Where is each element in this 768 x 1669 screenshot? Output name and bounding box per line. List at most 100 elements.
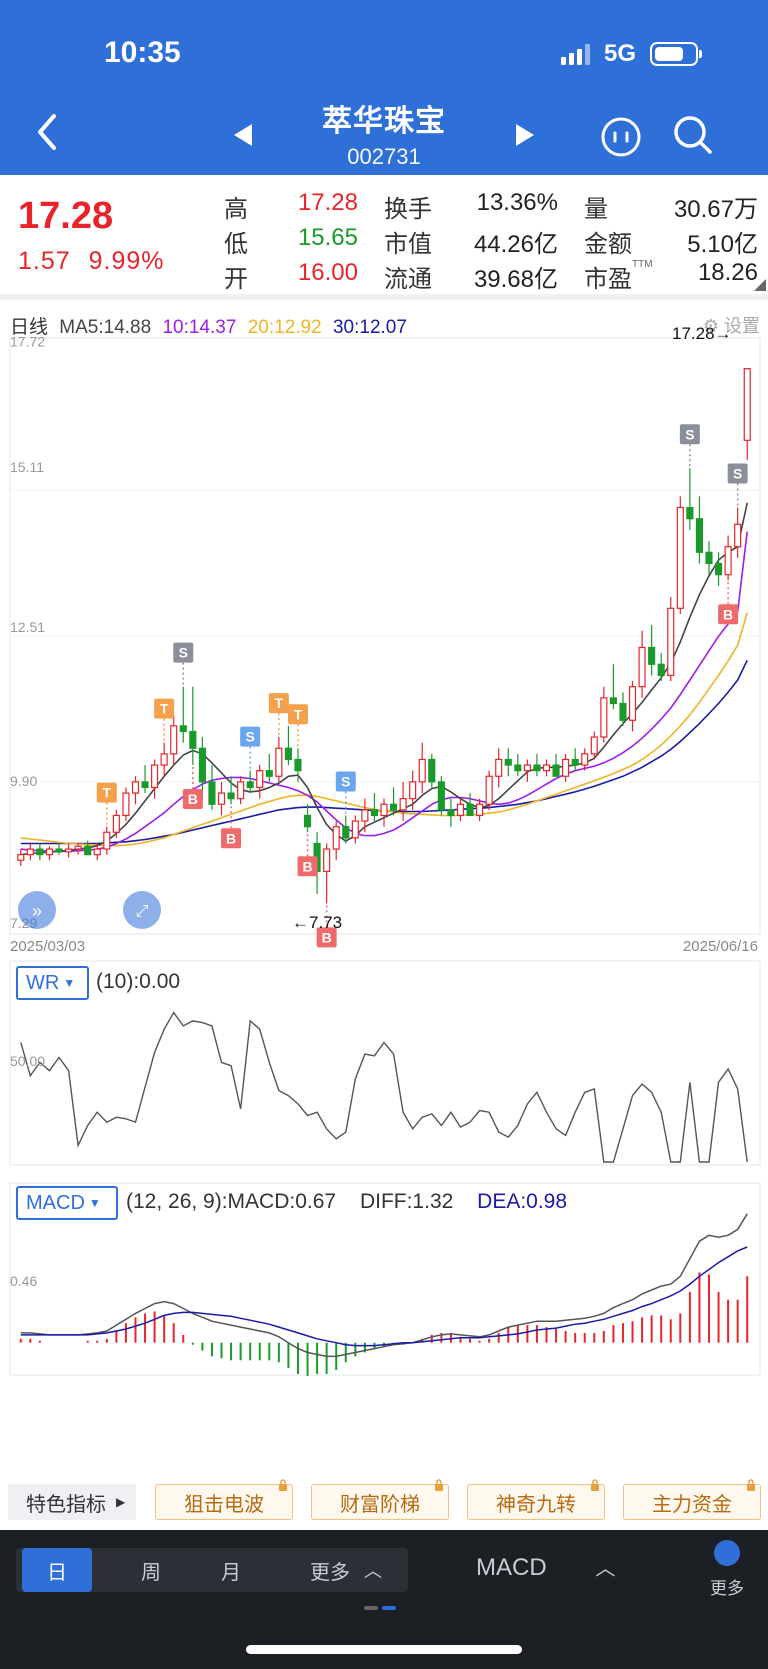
high-price-marker: 17.28→	[672, 324, 732, 343]
wr-selector-label: WR	[26, 971, 60, 994]
macd-diff: DIFF:1.32	[359, 1190, 454, 1213]
candle	[45, 848, 54, 856]
period-day[interactable]: 日	[22, 1548, 92, 1592]
candle	[476, 803, 484, 817]
candle	[103, 831, 111, 850]
feature-button-2[interactable]: 财富阶梯	[311, 1479, 449, 1520]
chevron-up-icon: ︿	[595, 1558, 616, 1580]
change-amount: 1.57	[18, 247, 71, 275]
signal-label: T	[103, 785, 112, 801]
high-value: 17.28	[297, 189, 358, 216]
candle	[256, 770, 264, 789]
turnover-label: 换手	[384, 196, 432, 223]
more-icon	[714, 1540, 740, 1566]
float-cap-label: 流通	[384, 266, 432, 293]
candle	[409, 781, 417, 800]
period-month[interactable]: 月	[196, 1548, 266, 1592]
page-indicator	[364, 1606, 396, 1610]
candle	[246, 781, 254, 789]
feature-button-3[interactable]: 神奇九转	[467, 1479, 605, 1520]
candle	[428, 758, 436, 783]
candle	[447, 809, 455, 817]
candle	[370, 809, 379, 817]
search-icon[interactable]	[672, 114, 714, 156]
low-label: 低	[224, 231, 248, 258]
y-label-3: 12.51	[10, 619, 45, 635]
candle	[160, 753, 168, 766]
feature-button-4[interactable]: 主力资金	[623, 1479, 761, 1520]
macd-selector[interactable]: MACD ▼	[16, 1186, 118, 1220]
corner-expand-icon[interactable]	[754, 279, 766, 291]
low-price-marker: ←7.73	[292, 913, 342, 932]
float-cap-value: 39.68亿	[473, 266, 558, 293]
candle	[65, 848, 73, 853]
candle	[590, 736, 598, 755]
more-button[interactable]: 更多	[710, 1540, 744, 1599]
candle	[485, 775, 493, 805]
y-label-1: 17.72	[10, 333, 45, 349]
more-label: 更多	[710, 1579, 744, 1598]
candle	[189, 730, 197, 749]
candle	[112, 814, 120, 833]
candle	[74, 845, 82, 850]
indicator-label: MACD	[476, 1554, 547, 1581]
feature-indicators-button[interactable]: 特色指标 ▶	[8, 1484, 136, 1520]
macd-params: (12, 26, 9):MACD:0.67	[126, 1190, 337, 1213]
expand-button[interactable]: ⤢	[123, 891, 161, 929]
candle	[170, 725, 178, 755]
status-time: 10:35	[104, 36, 181, 69]
candle	[523, 764, 531, 772]
feature-button-1[interactable]: 狙击电波	[155, 1479, 293, 1520]
period-week[interactable]: 周	[116, 1548, 186, 1592]
period-more[interactable]: 更多 ︿	[296, 1548, 396, 1592]
stock-name: 萃华珠宝	[322, 105, 446, 138]
chat-icon[interactable]	[600, 116, 642, 158]
home-indicator	[246, 1645, 522, 1654]
candle	[552, 764, 560, 777]
feature-bar: 特色指标 ▶ 狙击电波 财富阶梯 神奇九转 主力资金	[0, 1478, 768, 1528]
status-indicators: 5G	[560, 40, 702, 68]
wr-y-label: 50.00	[10, 1053, 45, 1069]
candle	[695, 518, 703, 553]
candle	[648, 646, 656, 665]
candle	[389, 803, 398, 811]
pe-value: 18.26	[697, 259, 758, 286]
signal-label: B	[302, 858, 312, 874]
chart-area: 日线 MA5:14.88 10:14.37 20:12.92 30:12.07 …	[0, 306, 768, 1476]
volume-label: 量	[584, 196, 608, 223]
wr-selector[interactable]: WR ▼	[16, 966, 89, 1000]
next-stock-icon[interactable]	[516, 124, 534, 146]
lock-icon	[435, 1479, 443, 1491]
lock-icon	[279, 1479, 287, 1491]
fast-forward-button[interactable]: »	[18, 891, 56, 929]
feature-button-label: 神奇九转	[496, 1493, 576, 1516]
pe-label: 市盈TTM	[584, 259, 653, 294]
y-label-2: 15.11	[10, 459, 44, 475]
turnover-value: 13.36%	[476, 189, 558, 216]
candle	[342, 826, 350, 839]
signal-label: T	[294, 706, 303, 722]
signal-label: T	[275, 695, 284, 711]
candle	[198, 747, 206, 783]
volume-value: 30.67万	[673, 196, 758, 223]
candle	[609, 697, 617, 705]
signal-label: B	[188, 791, 198, 807]
feature-button-label: 狙击电波	[184, 1493, 264, 1516]
candle	[533, 764, 541, 772]
candle	[542, 764, 551, 772]
candle	[284, 747, 292, 761]
chart-svg[interactable]: TSTBBSTTBSBSSB 17.72 15.11 12.51 9.90 7.…	[0, 306, 768, 1476]
indicator-selector[interactable]: MACD ︿	[476, 1552, 615, 1582]
open-label: 开	[224, 266, 248, 293]
amount-value: 5.10亿	[687, 231, 758, 258]
candle	[208, 781, 216, 805]
candle	[705, 551, 713, 565]
candle	[495, 758, 503, 777]
signal-label: S	[246, 729, 255, 745]
candle	[36, 848, 44, 856]
stock-code: 002731	[347, 144, 421, 169]
bottom-toolbar: 日 周 月 更多 ︿ MACD ︿ 更多	[0, 1530, 768, 1669]
diff-line	[20, 1213, 748, 1358]
candle	[600, 697, 608, 738]
start-date: 2025/03/03	[10, 938, 85, 955]
